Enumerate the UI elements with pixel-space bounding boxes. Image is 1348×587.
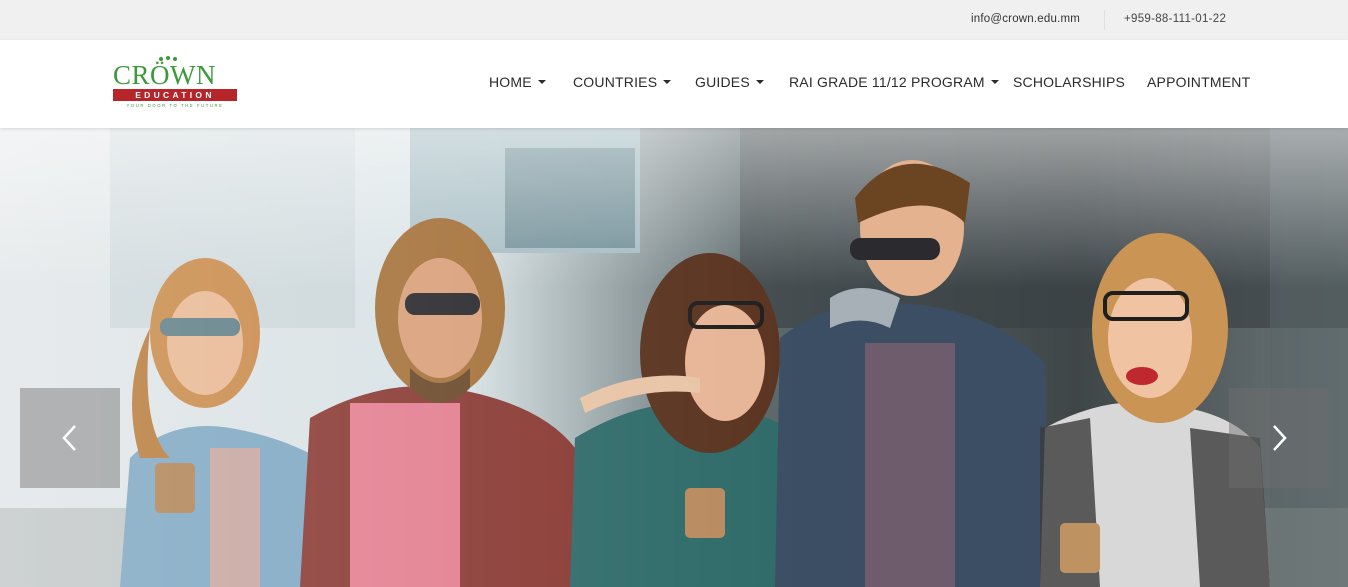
chevron-left-icon [62,425,76,451]
nav-label: APPOINTMENT [1147,74,1251,90]
chevron-right-icon [1273,425,1287,451]
nav-appointment[interactable]: APPOINTMENT [1147,74,1250,94]
phone-number[interactable]: +959-88-111-01-22 [1124,13,1226,25]
nav-label: RAI GRADE 11/12 PROGRAM [789,74,985,90]
hero-slider [0,128,1348,587]
nav-rai-program[interactable]: RAI GRADE 11/12 PROGRAM [789,74,999,94]
nav-label: COUNTRIES [573,74,658,90]
crown-education-logo[interactable]: CRÖWN EDUCATION YOUR DOOR TO THE FUTURE [113,56,239,111]
slider-prev-button[interactable] [20,388,120,488]
top-bar: info@crown.edu.mm +959-88-111-01-22 [0,0,1348,40]
email-link[interactable]: info@crown.edu.mm [971,13,1080,25]
logo-tagline: YOUR DOOR TO THE FUTURE [126,103,224,108]
caret-down-icon [990,80,999,85]
logo-band: EDUCATION [113,89,237,101]
caret-down-icon [537,80,546,85]
slider-next-button[interactable] [1229,388,1329,488]
caret-down-icon [755,80,764,85]
nav-guides[interactable]: GUIDES [695,74,764,94]
nav-label: SCHOLARSHIPS [1013,74,1126,90]
nav-home[interactable]: HOME [489,74,546,94]
logo-wordmark: CRÖWN [113,60,216,90]
hero-overlay [0,128,1348,587]
caret-down-icon [663,80,672,85]
nav-scholarships[interactable]: SCHOLARSHIPS [1013,74,1125,94]
nav-countries[interactable]: COUNTRIES [573,74,672,94]
nav-label: GUIDES [695,74,750,90]
site-header: CRÖWN EDUCATION YOUR DOOR TO THE FUTURE … [0,40,1348,128]
topbar-divider [1104,10,1105,30]
nav-label: HOME [489,74,532,90]
